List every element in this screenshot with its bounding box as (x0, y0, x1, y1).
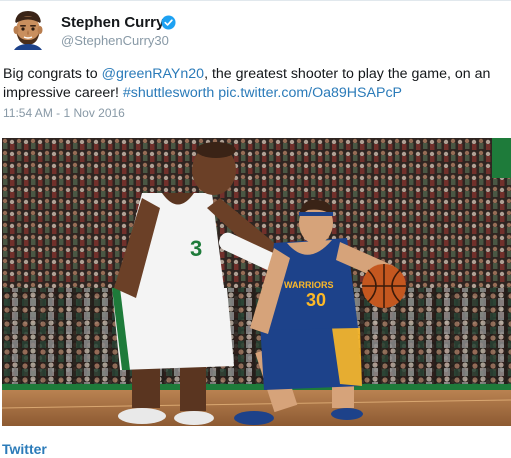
embedded-tweet: Stephen Curry @StephenCurry30 Big congra… (0, 0, 511, 458)
avatar[interactable] (6, 6, 50, 50)
tweet-text: Big congrats to @greenRAYn20, the greate… (3, 65, 503, 103)
top-divider (0, 0, 511, 1)
pic-link[interactable]: pic.twitter.com/Oa89HSAPcP (218, 85, 402, 101)
display-name[interactable]: Stephen Curry (61, 14, 164, 31)
mention-link[interactable]: @greenRAYn20 (102, 66, 204, 82)
twitter-source-link[interactable]: Twitter (2, 441, 47, 457)
verified-badge-icon (161, 15, 176, 30)
jersey-number: 30 (306, 290, 326, 310)
tweet-photo[interactable]: 3 30 WARRIORS (2, 138, 511, 426)
tweet-text-segment: Big congrats to (3, 66, 102, 82)
jersey-text: WARRIORS (284, 280, 334, 290)
timestamp[interactable]: 11:54 AM - 1 Nov 2016 (3, 106, 125, 120)
screen-name[interactable]: @StephenCurry30 (61, 33, 169, 48)
hashtag-link[interactable]: #shuttlesworth (123, 85, 214, 101)
svg-text:3: 3 (190, 236, 202, 261)
